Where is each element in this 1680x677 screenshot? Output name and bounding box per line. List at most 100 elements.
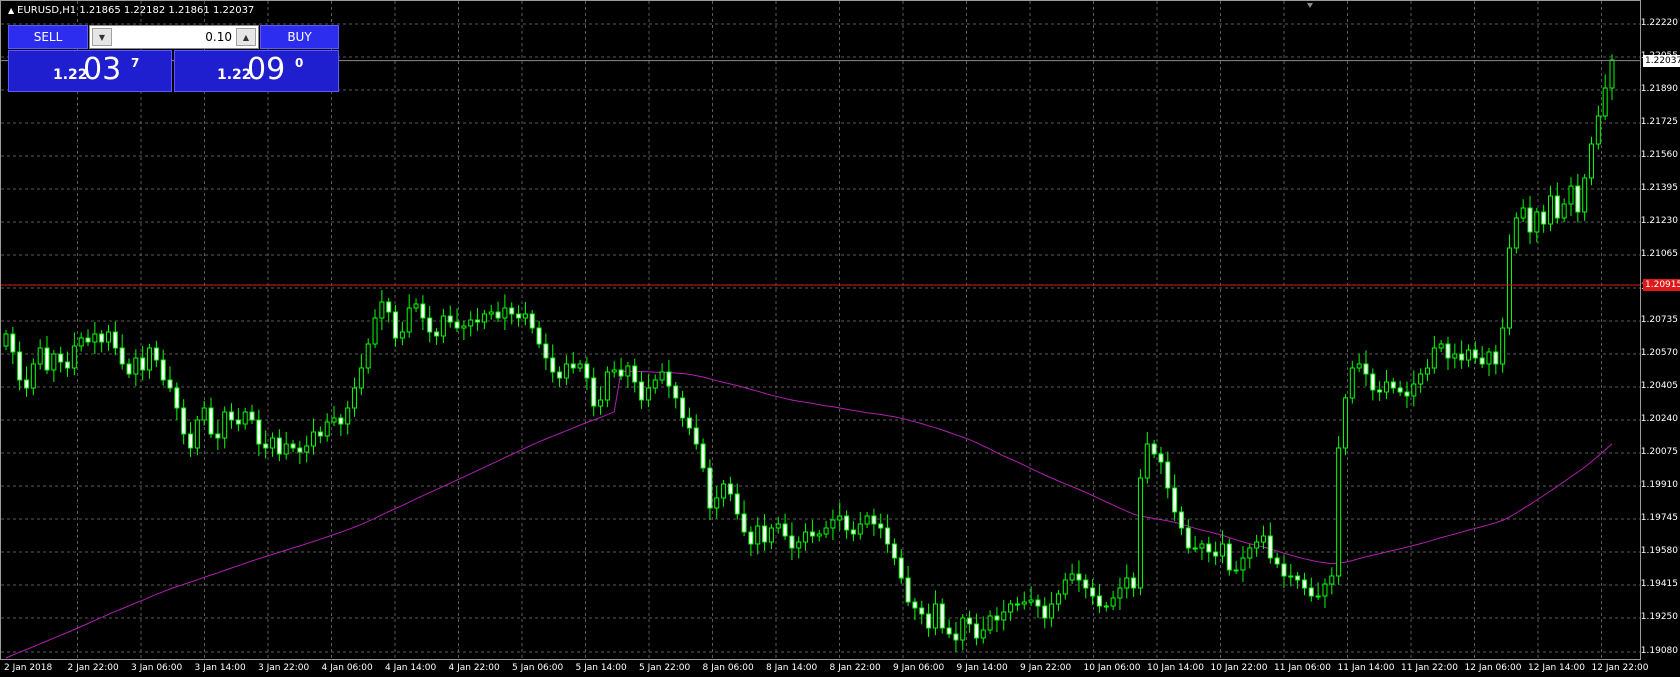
buy-quote-pips: 09 (247, 52, 286, 87)
candle-body (1185, 527, 1191, 549)
candle-body (1342, 397, 1348, 449)
price-tick-label: 1.20240 (1640, 414, 1678, 424)
candle-body (1561, 203, 1567, 219)
candle-body (1575, 185, 1581, 213)
candle-body (823, 527, 829, 535)
lot-value[interactable]: 0.10 (205, 30, 232, 44)
candle-body (331, 417, 337, 423)
candle-body (645, 387, 651, 401)
lot-decrease-icon[interactable]: ▼ (92, 28, 112, 46)
candle-body (51, 353, 57, 371)
time-tick-label: 11 Jan 06:00 (1274, 663, 1331, 673)
candle-body (249, 411, 255, 421)
candle-body (44, 347, 50, 371)
candle-body (768, 527, 774, 543)
time-tick-label: 5 Jan 14:00 (575, 663, 627, 673)
candle-body (570, 363, 576, 369)
candle-body (160, 359, 166, 381)
candle-body (639, 381, 645, 401)
candle-body (1534, 211, 1540, 233)
time-tick-label: 12 Jan 22:00 (1591, 663, 1649, 673)
candle-body (1110, 597, 1116, 607)
candle-body (1506, 247, 1512, 329)
candle-body (844, 515, 850, 531)
candle-body (365, 343, 371, 369)
chart-frame (0, 0, 1641, 660)
price-tick-label: 1.19250 (1640, 612, 1678, 622)
candle-body (762, 525, 768, 543)
sell-button[interactable]: SELL (8, 25, 88, 49)
lot-increase-icon[interactable]: ▲ (236, 28, 256, 46)
candle-body (1042, 605, 1048, 619)
candle-body (1124, 577, 1130, 589)
sell-quote[interactable]: 1.22 03 7 (8, 50, 172, 92)
time-tick-label: 11 Jan 22:00 (1401, 663, 1458, 673)
candle-body (1295, 575, 1301, 581)
candle-body (488, 311, 494, 315)
chart-title: ▲ EURUSD,H1 1.21865 1.22182 1.21861 1.220… (8, 5, 255, 16)
candle-body (1233, 569, 1239, 572)
bid-price-tag: 1.22037 (1643, 54, 1680, 67)
candle-body (1568, 185, 1574, 205)
candle-body (1356, 363, 1362, 369)
candle-body (714, 497, 720, 509)
candle-body (324, 421, 330, 437)
candle-body (939, 603, 945, 629)
candle-body (1144, 443, 1150, 479)
candle-body (1219, 543, 1225, 557)
sell-quote-pips: 03 (83, 52, 122, 87)
price-tick-label: 1.21065 (1640, 249, 1678, 259)
candle-body (550, 357, 556, 373)
candle-body (1117, 587, 1123, 599)
candle-body (1131, 577, 1137, 589)
candle-body (1028, 599, 1034, 603)
price-tick-label: 1.21230 (1640, 216, 1678, 226)
candle-body (1479, 357, 1485, 365)
buy-button[interactable]: BUY (260, 25, 339, 49)
candle-body (1001, 611, 1007, 621)
candle-body (30, 363, 36, 389)
candle-body (1014, 603, 1020, 606)
candle-body (686, 417, 692, 429)
candle-body (358, 367, 364, 389)
time-tick-label: 4 Jan 06:00 (321, 663, 373, 673)
candle-body (1049, 603, 1055, 619)
price-tick-label: 1.22220 (1640, 18, 1678, 28)
candle-body (10, 333, 16, 353)
candle-body (987, 615, 993, 631)
candle-body (871, 515, 877, 525)
price-tick-label: 1.19745 (1640, 513, 1678, 523)
candle-body (693, 427, 699, 445)
candle-body (174, 387, 180, 409)
price-tick-label: 1.21890 (1640, 84, 1678, 94)
candle-body (1472, 349, 1478, 359)
candle-body (577, 363, 583, 369)
candle-body (809, 531, 815, 537)
candle-body (673, 385, 679, 399)
candle-body (1267, 535, 1273, 559)
candle-body (475, 319, 481, 323)
candle-body (1158, 453, 1164, 463)
candle-body (1554, 195, 1560, 219)
candle-body (372, 317, 378, 345)
candle-body (727, 483, 733, 495)
candle-body (522, 313, 528, 319)
price-tick-label: 1.20405 (1640, 381, 1678, 391)
candle-body (147, 347, 153, 371)
candle-body (454, 321, 460, 329)
candle-body (263, 443, 269, 449)
lot-size-field[interactable]: ▼ 0.10 ▲ (89, 25, 259, 49)
price-chart[interactable] (0, 0, 1680, 677)
candle-body (604, 371, 610, 401)
candle-body (1349, 367, 1355, 399)
candle-body (960, 617, 966, 641)
candle-body (618, 369, 624, 377)
time-tick-label: 12 Jan 14:00 (1528, 663, 1585, 673)
buy-quote[interactable]: 1.22 09 0 (174, 50, 339, 92)
candle-body (1165, 461, 1171, 489)
candle-body (557, 371, 563, 379)
candle-body (919, 607, 925, 615)
candle-body (536, 327, 542, 345)
candle-body (1411, 383, 1417, 397)
candle-body (1288, 575, 1294, 578)
